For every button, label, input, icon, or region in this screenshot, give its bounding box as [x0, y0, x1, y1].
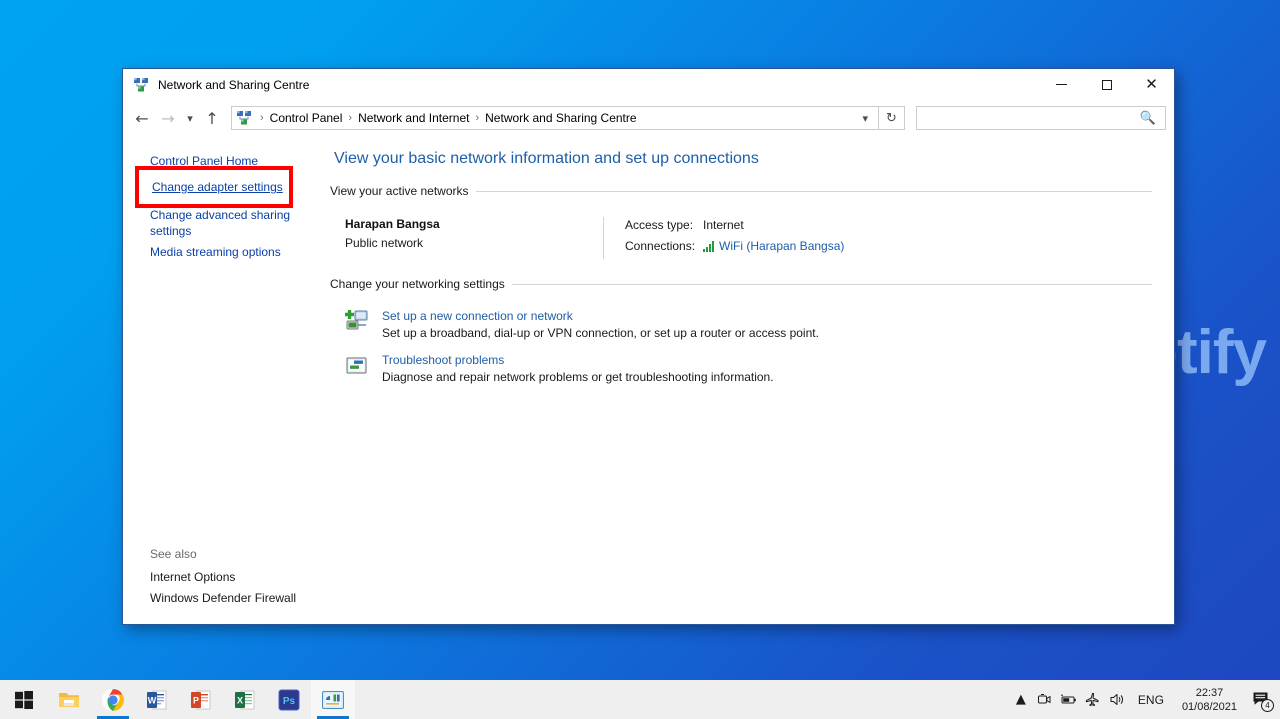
breadcrumb-separator-0: ›	[260, 112, 264, 124]
svg-text:Ps: Ps	[283, 696, 296, 707]
sidebar-item-windows-defender-firewall[interactable]: Windows Defender Firewall	[123, 588, 330, 610]
volume-icon[interactable]	[1105, 680, 1129, 719]
taskbar-app-photoshop[interactable]: Ps	[267, 680, 311, 719]
forward-button[interactable]: →	[155, 105, 181, 131]
sidebar-item-internet-options[interactable]: Internet Options	[123, 567, 330, 589]
back-button[interactable]: ←	[129, 105, 155, 131]
troubleshoot-icon	[344, 353, 370, 379]
active-network-entry: Harapan Bangsa Public network Access typ…	[330, 204, 1152, 277]
sidebar-item-change-advanced-sharing-settings[interactable]: Change advanced sharing settings	[123, 205, 330, 242]
active-network-identity: Harapan Bangsa Public network	[330, 217, 603, 259]
breadcrumb: › Control Panel › Network and Internet ›…	[257, 109, 640, 127]
network-type: Public network	[345, 236, 424, 250]
address-bar[interactable]: › Control Panel › Network and Internet ›…	[231, 106, 879, 130]
task-link-troubleshoot-problems[interactable]: Troubleshoot problems	[382, 353, 774, 367]
address-bar-network-icon	[236, 110, 252, 126]
network-sharing-icon	[133, 77, 149, 93]
chevron-up-icon[interactable]: ▲	[1009, 680, 1033, 719]
taskbar-app-file-explorer[interactable]	[47, 680, 91, 719]
svg-text:P: P	[193, 695, 199, 705]
networking-settings-section-header: Change your networking settings	[330, 277, 1152, 291]
access-type-value: Internet	[703, 218, 744, 232]
navigation-bar: ← → ▾ ↑ › Control Panel › Network and In…	[123, 100, 1174, 136]
sidebar-item-media-streaming-options[interactable]: Media streaming options	[123, 242, 330, 264]
battery-icon[interactable]	[1057, 680, 1081, 719]
connections-row: Connections: WiFi (Harapan Bangsa)	[625, 238, 844, 255]
networking-settings-label: Change your networking settings	[330, 277, 505, 291]
svg-text:X: X	[237, 695, 243, 705]
breadcrumb-separator-1: ›	[348, 112, 353, 124]
active-networks-section-header: View your active networks	[330, 184, 1152, 198]
taskbar-app-google-chrome[interactable]	[91, 680, 135, 719]
highlighted-link-change-adapter-settings[interactable]: Change adapter settings	[139, 180, 283, 194]
sidebar: Control Panel Home Change adapter settin…	[123, 136, 330, 624]
taskbar-app-network-sharing-centre[interactable]	[311, 680, 355, 719]
list-item: Set up a new connection or network Set u…	[330, 309, 1152, 340]
window-title: Network and Sharing Centre	[158, 77, 310, 92]
search-input[interactable]	[917, 111, 1140, 125]
task-link-set-up-new-connection[interactable]: Set up a new connection or network	[382, 309, 819, 323]
close-button[interactable]: ✕	[1129, 69, 1174, 100]
notification-count-badge: 4	[1261, 699, 1274, 712]
active-network-details: Access type: Internet Connections: WiFi …	[603, 217, 844, 259]
language-indicator[interactable]: ENG	[1129, 680, 1173, 719]
task-description: Set up a broadband, dial-up or VPN conne…	[382, 326, 819, 340]
highlight-annotation-box: Change adapter settings	[135, 166, 293, 208]
active-networks-label: View your active networks	[330, 184, 469, 198]
search-icon: 🔍	[1139, 110, 1156, 126]
network-name: Harapan Bangsa	[345, 217, 440, 231]
wifi-signal-icon	[703, 241, 714, 252]
main-content: View your basic network information and …	[330, 136, 1174, 624]
breadcrumb-item-control-panel[interactable]: Control Panel	[267, 109, 346, 127]
refresh-button[interactable]: ↻	[879, 106, 905, 130]
window-titlebar[interactable]: Network and Sharing Centre ✕	[123, 69, 1174, 100]
connections-label: Connections:	[625, 239, 696, 253]
recent-locations-button[interactable]: ▾	[181, 105, 199, 131]
connections-value-link[interactable]: WiFi (Harapan Bangsa)	[719, 238, 844, 255]
up-button[interactable]: ↑	[199, 105, 225, 131]
taskbar: W P X Ps ▲ ENG 22:37 01/08/2021 4	[0, 680, 1280, 719]
section-divider	[475, 190, 1152, 192]
system-tray: ▲ ENG 22:37 01/08/2021 4	[1009, 680, 1280, 719]
taskbar-app-microsoft-word[interactable]: W	[135, 680, 179, 719]
minimize-button[interactable]	[1039, 69, 1084, 100]
see-also-heading: See also	[150, 546, 197, 561]
access-type-row: Access type: Internet	[625, 217, 844, 234]
watermark-text-secondary: tify	[1177, 318, 1267, 387]
chevron-down-icon[interactable]: ▾	[852, 112, 878, 125]
page-title: View your basic network information and …	[334, 150, 759, 167]
window-controls: ✕	[1039, 69, 1174, 100]
window-body: Control Panel Home Change adapter settin…	[123, 136, 1174, 624]
windows-start-icon[interactable]	[0, 680, 47, 719]
access-type-label: Access type:	[625, 218, 694, 232]
new-connection-icon	[344, 309, 370, 335]
camera-icon[interactable]	[1033, 680, 1057, 719]
clock-date: 01/08/2021	[1181, 700, 1237, 713]
clock[interactable]: 22:37 01/08/2021	[1173, 680, 1246, 719]
search-box[interactable]: 🔍	[916, 106, 1166, 130]
maximize-button[interactable]	[1084, 69, 1129, 100]
see-also-section: See also Internet Options Windows Defend…	[123, 544, 330, 624]
breadcrumb-separator-2: ›	[475, 112, 480, 124]
clock-time: 22:37	[1195, 686, 1224, 699]
taskbar-app-microsoft-powerpoint[interactable]: P	[179, 680, 223, 719]
svg-text:W: W	[148, 695, 157, 705]
network-sharing-centre-window: Network and Sharing Centre ✕ ← → ▾ ↑ › C…	[122, 68, 1175, 625]
section-divider	[511, 283, 1152, 285]
networking-task-list: Set up a new connection or network Set u…	[330, 297, 1152, 384]
taskbar-app-microsoft-excel[interactable]: X	[223, 680, 267, 719]
airplane-mode-icon[interactable]	[1081, 680, 1105, 719]
breadcrumb-item-network-and-sharing-centre[interactable]: Network and Sharing Centre	[482, 109, 639, 127]
list-item: Troubleshoot problems Diagnose and repai…	[330, 353, 1152, 384]
breadcrumb-item-network-and-internet[interactable]: Network and Internet	[355, 109, 472, 127]
task-description: Diagnose and repair network problems or …	[382, 370, 774, 384]
action-center-icon[interactable]: 4	[1246, 680, 1276, 719]
